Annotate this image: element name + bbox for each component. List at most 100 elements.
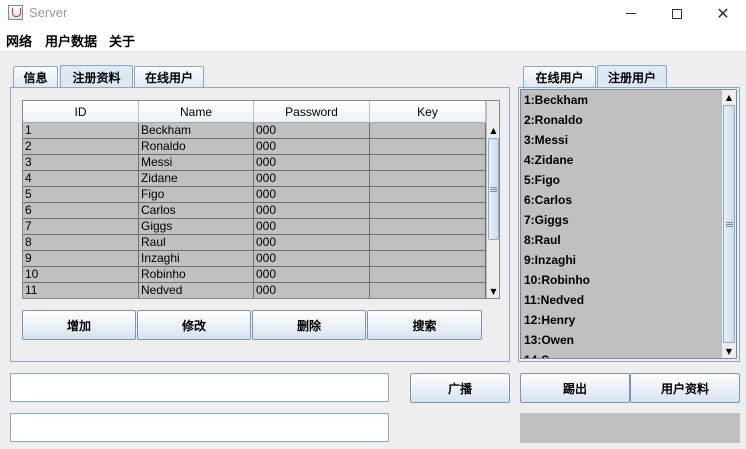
list-item[interactable]: 5:Figo: [521, 170, 721, 190]
list-item[interactable]: 13:Owen: [521, 330, 721, 350]
cell-password[interactable]: 000: [254, 123, 370, 139]
minimize-button[interactable]: [608, 0, 654, 27]
list-item[interactable]: 7:Giggs: [521, 210, 721, 230]
list-item[interactable]: 4:Zidane: [521, 150, 721, 170]
cell-id[interactable]: 11: [23, 283, 139, 298]
cell-name[interactable]: Ronaldo: [139, 139, 254, 155]
table-row[interactable]: 3 Messi 000: [23, 155, 486, 171]
list-item[interactable]: 2:Ronaldo: [521, 110, 721, 130]
table-row[interactable]: 1 Beckham 000: [23, 123, 486, 139]
cell-password[interactable]: 000: [254, 235, 370, 251]
list-item[interactable]: 9:Inzaghi: [521, 250, 721, 270]
cell-password[interactable]: 000: [254, 267, 370, 283]
cell-name[interactable]: Giggs: [139, 219, 254, 235]
scroll-down-arrow-icon[interactable]: ▼: [722, 344, 736, 358]
menu-network[interactable]: 网络: [6, 31, 32, 50]
scroll-thumb[interactable]: [723, 105, 735, 343]
list-item[interactable]: 10:Robinho: [521, 270, 721, 290]
cell-id[interactable]: 6: [23, 203, 139, 219]
modify-button[interactable]: 修改: [137, 310, 251, 340]
add-button[interactable]: 增加: [22, 310, 136, 340]
scroll-down-arrow-icon[interactable]: ▼: [487, 284, 499, 298]
cell-id[interactable]: 3: [23, 155, 139, 171]
cell-password[interactable]: 000: [254, 187, 370, 203]
table-row[interactable]: 4 Zidane 000: [23, 171, 486, 187]
list-item[interactable]: 12:Henry: [521, 310, 721, 330]
cell-id[interactable]: 4: [23, 171, 139, 187]
list-item[interactable]: 6:Carlos: [521, 190, 721, 210]
broadcast-button[interactable]: 广播: [410, 373, 510, 403]
registration-table[interactable]: ID Name Password Key 1 Beckham 000 2 Ronaldo…: [22, 100, 500, 299]
cell-key[interactable]: [370, 187, 486, 203]
scroll-up-arrow-icon[interactable]: ▲: [722, 90, 736, 104]
cell-name[interactable]: Messi: [139, 155, 254, 171]
cell-password[interactable]: 000: [254, 139, 370, 155]
cell-password[interactable]: 000: [254, 283, 370, 298]
cell-id[interactable]: 10: [23, 267, 139, 283]
cell-id[interactable]: 8: [23, 235, 139, 251]
cell-name[interactable]: Figo: [139, 187, 254, 203]
registered-users-list[interactable]: 1:Beckham 2:Ronaldo 3:Messi 4:Zidane 5:Figo 6…: [520, 89, 737, 359]
cell-name[interactable]: Zidane: [139, 171, 254, 187]
cell-key[interactable]: [370, 123, 486, 139]
cell-password[interactable]: 000: [254, 155, 370, 171]
cell-name[interactable]: Carlos: [139, 203, 254, 219]
cell-key[interactable]: [370, 267, 486, 283]
maximize-button[interactable]: [654, 0, 700, 27]
kick-button[interactable]: 踢出: [520, 373, 630, 403]
search-button[interactable]: 搜索: [367, 310, 482, 340]
list-item[interactable]: 8:Raul: [521, 230, 721, 250]
delete-button[interactable]: 删除: [252, 310, 366, 340]
column-header-id[interactable]: ID: [23, 101, 139, 123]
table-row[interactable]: 2 Ronaldo 000: [23, 139, 486, 155]
tab-registration[interactable]: 注册资料: [60, 65, 133, 88]
cell-key[interactable]: [370, 155, 486, 171]
cell-name[interactable]: Beckham: [139, 123, 254, 139]
list-item[interactable]: 11:Nedved: [521, 290, 721, 310]
close-button[interactable]: ✕: [700, 0, 746, 27]
cell-key[interactable]: [370, 139, 486, 155]
cell-key[interactable]: [370, 203, 486, 219]
column-header-password[interactable]: Password: [254, 101, 370, 123]
cell-key[interactable]: [370, 235, 486, 251]
scroll-up-arrow-icon[interactable]: ▲: [487, 123, 499, 137]
cell-name[interactable]: Inzaghi: [139, 251, 254, 267]
cell-key[interactable]: [370, 251, 486, 267]
cell-id[interactable]: 2: [23, 139, 139, 155]
cell-id[interactable]: 5: [23, 187, 139, 203]
menu-user-data[interactable]: 用户数据: [45, 31, 97, 50]
table-row[interactable]: 11 Nedved 000: [23, 283, 486, 298]
cell-name[interactable]: Nedved: [139, 283, 254, 298]
cell-password[interactable]: 000: [254, 203, 370, 219]
log-input[interactable]: [10, 413, 389, 442]
cell-password[interactable]: 000: [254, 251, 370, 267]
table-row[interactable]: 5 Figo 000: [23, 187, 486, 203]
menu-about[interactable]: 关于: [109, 31, 135, 50]
column-header-key[interactable]: Key: [370, 101, 486, 123]
table-row[interactable]: 7 Giggs 000: [23, 219, 486, 235]
cell-id[interactable]: 9: [23, 251, 139, 267]
cell-id[interactable]: 7: [23, 219, 139, 235]
cell-id[interactable]: 1: [23, 123, 139, 139]
user-info-button[interactable]: 用户资料: [630, 373, 740, 403]
message-input[interactable]: [10, 373, 389, 402]
list-item[interactable]: 14:S: [521, 350, 721, 358]
table-row[interactable]: 10 Robinho 000: [23, 267, 486, 283]
cell-password[interactable]: 000: [254, 171, 370, 187]
column-header-name[interactable]: Name: [139, 101, 254, 123]
table-scrollbar[interactable]: ▲ ▼: [486, 101, 499, 298]
tab-online-users[interactable]: 在线用户: [523, 66, 596, 88]
scroll-thumb[interactable]: [488, 138, 499, 240]
tab-registered-users[interactable]: 注册用户: [597, 65, 667, 88]
cell-key[interactable]: [370, 219, 486, 235]
user-list-scrollbar[interactable]: ▲ ▼: [721, 90, 736, 358]
cell-name[interactable]: Raul: [139, 235, 254, 251]
table-row[interactable]: 6 Carlos 000: [23, 203, 486, 219]
list-item[interactable]: 3:Messi: [521, 130, 721, 150]
cell-key[interactable]: [370, 171, 486, 187]
list-item[interactable]: 1:Beckham: [521, 90, 721, 110]
tab-info[interactable]: 信息: [13, 66, 58, 88]
cell-name[interactable]: Robinho: [139, 267, 254, 283]
cell-key[interactable]: [370, 283, 486, 298]
cell-password[interactable]: 000: [254, 219, 370, 235]
